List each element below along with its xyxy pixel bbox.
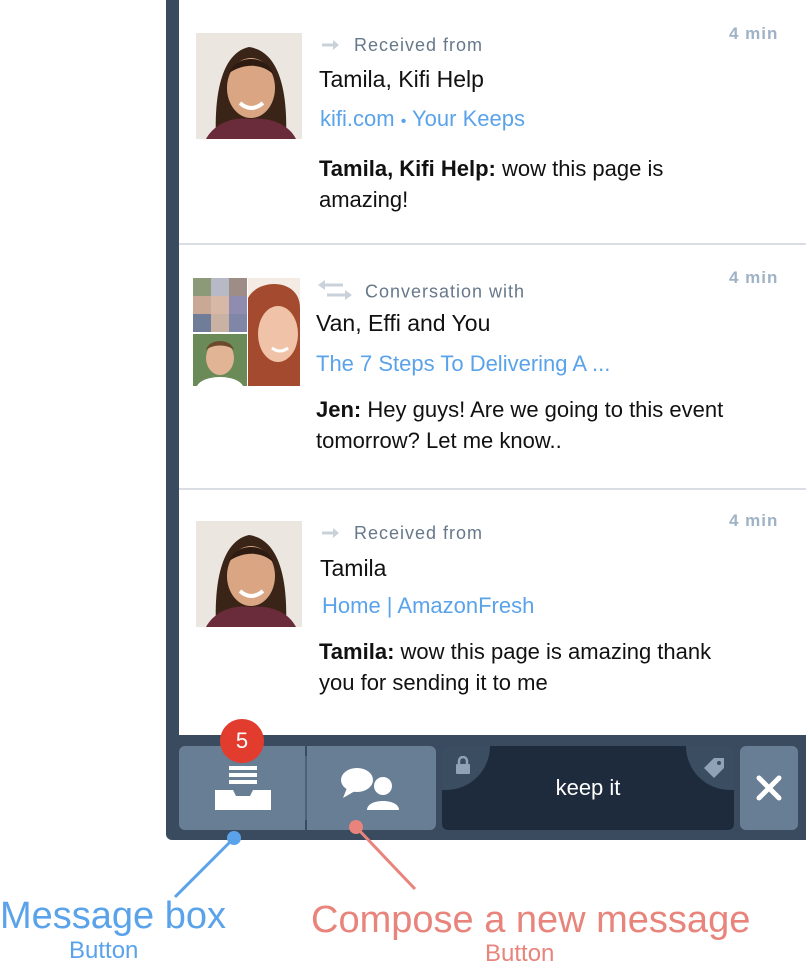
compose-annotation-subtitle: Button xyxy=(485,940,555,967)
message-box-pointer xyxy=(173,836,236,899)
compose-pointer xyxy=(354,825,417,891)
message-box-annotation-title: Message box xyxy=(0,895,227,937)
annotation-lines xyxy=(173,820,417,899)
message-box-annotation-subtitle: Button xyxy=(69,937,139,964)
compose-annotation-title: Compose a new message xyxy=(311,899,751,941)
